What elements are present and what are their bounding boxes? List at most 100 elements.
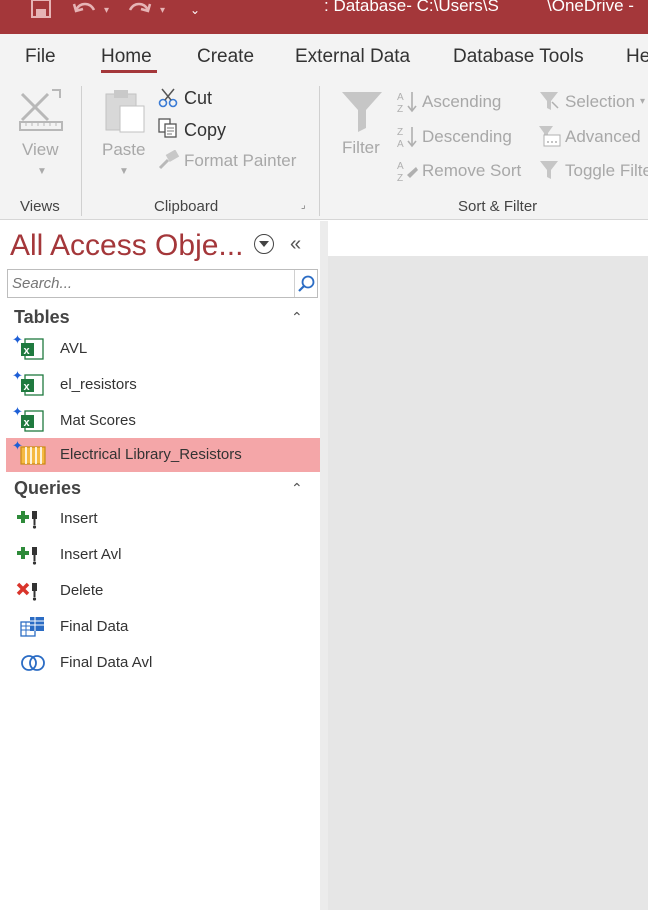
tab-database-tools[interactable]: Database Tools	[453, 46, 584, 68]
svg-text:Z: Z	[397, 104, 403, 114]
filter-button[interactable]: Filter	[342, 138, 380, 158]
tab-help[interactable]: He	[626, 46, 648, 68]
tab-file[interactable]: File	[25, 46, 56, 68]
ribbon-tabs: File Home Create External Data Database …	[0, 34, 648, 80]
sort-filter-group-label: Sort & Filter	[458, 198, 538, 215]
undo-dropdown-icon[interactable]: ▾	[104, 0, 109, 20]
excel-linked-table-icon: x	[20, 410, 44, 437]
filter-icon[interactable]	[340, 88, 384, 139]
shutter-bar-collapse-icon[interactable]: «	[290, 233, 301, 256]
list-item-query[interactable]: Insert Avl	[6, 538, 320, 572]
selection-dropdown-icon[interactable]: ▾	[640, 96, 645, 107]
document-tab-strip	[328, 221, 648, 256]
window-title: : Database- C:\Users\S	[324, 0, 499, 15]
excel-linked-table-icon: x	[20, 338, 44, 365]
tab-create[interactable]: Create	[197, 46, 254, 68]
workspace-area	[328, 221, 648, 910]
sort-ascending-button[interactable]: Ascending	[422, 92, 501, 112]
list-item-table[interactable]: ✦ x el_resistors	[6, 368, 320, 402]
save-icon[interactable]	[30, 0, 52, 20]
paste-button[interactable]: Paste	[102, 140, 145, 160]
linked-text-table-icon	[20, 444, 46, 471]
active-tab-indicator	[101, 70, 157, 73]
paste-icon[interactable]	[104, 88, 146, 139]
remove-sort-icon[interactable]: AZ	[396, 159, 418, 188]
list-item-label: Final Data Avl	[60, 654, 153, 671]
list-item-label: Delete	[60, 582, 104, 599]
svg-text:A: A	[397, 92, 404, 103]
selection-button[interactable]: Selection	[565, 92, 635, 112]
copy-button[interactable]: Copy	[184, 120, 226, 141]
group-separator	[81, 86, 82, 216]
tab-home[interactable]: Home	[101, 46, 152, 68]
sort-descending-icon[interactable]: ZA	[396, 125, 418, 154]
advanced-filter-button[interactable]: Advanced	[565, 127, 641, 147]
union-query-icon	[20, 652, 46, 679]
title-bar: ▾ ▾ ⌄ : Database- C:\Users\S \OneDrive -	[0, 0, 648, 34]
nav-menu-dropdown-icon[interactable]	[254, 234, 274, 254]
list-item-table-selected[interactable]: ✦ Electrical Library_Resistors	[6, 438, 320, 472]
list-item-label: Mat Scores	[60, 412, 136, 429]
cut-button[interactable]: Cut	[184, 88, 212, 109]
list-item-label: Insert Avl	[60, 546, 122, 563]
list-item-query[interactable]: Delete	[6, 574, 320, 608]
list-item-label: Final Data	[60, 618, 129, 635]
sort-descending-button[interactable]: Descending	[422, 127, 512, 147]
toggle-filter-button[interactable]: Toggle Filte	[565, 161, 648, 181]
list-item-label: AVL	[60, 340, 88, 357]
svg-text:A: A	[397, 139, 404, 149]
excel-linked-table-icon: x	[20, 374, 44, 401]
format-painter-icon[interactable]	[158, 149, 180, 175]
list-item-label: el_resistors	[60, 376, 137, 393]
paste-dropdown-icon[interactable]: ▼	[119, 166, 129, 177]
list-item-query[interactable]: Insert	[6, 502, 320, 536]
search-input[interactable]	[8, 270, 294, 297]
views-group-label: Views	[20, 198, 60, 215]
ribbon: View ▼ Views Paste ▼ Cut Copy Format Pai…	[0, 80, 648, 220]
make-table-query-icon	[20, 616, 46, 643]
list-item-label: Electrical Library_Resistors	[60, 446, 242, 463]
nav-pane-title[interactable]: All Access Obje...	[10, 229, 243, 263]
customize-qat-icon[interactable]: ⌄	[190, 0, 200, 20]
clipboard-group-label: Clipboard	[154, 198, 219, 215]
delete-query-icon	[15, 580, 41, 607]
tab-external-data[interactable]: External Data	[295, 46, 410, 68]
search-icon[interactable]	[294, 270, 318, 297]
remove-sort-button[interactable]: Remove Sort	[422, 161, 521, 181]
append-query-icon	[15, 544, 41, 571]
nav-pane-splitter[interactable]	[320, 221, 328, 910]
copy-icon[interactable]	[158, 118, 178, 143]
selection-icon[interactable]	[538, 90, 560, 117]
svg-text:Z: Z	[397, 127, 403, 138]
navigation-pane: All Access Obje... « Tables ⌃ ✦ x AVL ✦ …	[0, 221, 320, 910]
undo-icon[interactable]	[72, 0, 98, 20]
nav-search-box	[7, 269, 318, 298]
toggle-filter-icon[interactable]	[538, 159, 560, 186]
list-item-table[interactable]: ✦ x AVL	[6, 332, 320, 366]
view-button[interactable]: View	[22, 140, 59, 160]
cut-icon[interactable]	[158, 88, 178, 113]
advanced-filter-icon[interactable]	[538, 125, 562, 152]
redo-icon[interactable]	[126, 0, 152, 20]
list-item-table[interactable]: ✦ x Mat Scores	[6, 404, 320, 438]
svg-text:x: x	[24, 417, 31, 429]
list-item-label: Insert	[60, 510, 98, 527]
view-dropdown-icon[interactable]: ▼	[37, 166, 47, 177]
section-header-queries[interactable]: Queries	[14, 478, 81, 499]
svg-text:A: A	[397, 161, 404, 172]
format-painter-button[interactable]: Format Painter	[184, 151, 296, 171]
list-item-query[interactable]: Final Data Avl	[6, 646, 320, 680]
svg-text:x: x	[24, 345, 31, 357]
section-header-tables[interactable]: Tables	[14, 307, 70, 328]
section-collapse-icon[interactable]: ⌃	[291, 480, 303, 497]
section-collapse-icon[interactable]: ⌃	[291, 309, 303, 326]
sort-ascending-icon[interactable]: AZ	[396, 90, 418, 119]
clipboard-launcher-icon[interactable]: ⌟	[301, 200, 306, 211]
svg-text:Z: Z	[397, 173, 403, 183]
svg-text:x: x	[24, 381, 31, 393]
window-title-right: \OneDrive -	[547, 0, 634, 15]
redo-dropdown-icon[interactable]: ▾	[160, 0, 165, 20]
group-separator	[319, 86, 320, 216]
view-icon[interactable]	[18, 88, 64, 139]
list-item-query[interactable]: Final Data	[6, 610, 320, 644]
